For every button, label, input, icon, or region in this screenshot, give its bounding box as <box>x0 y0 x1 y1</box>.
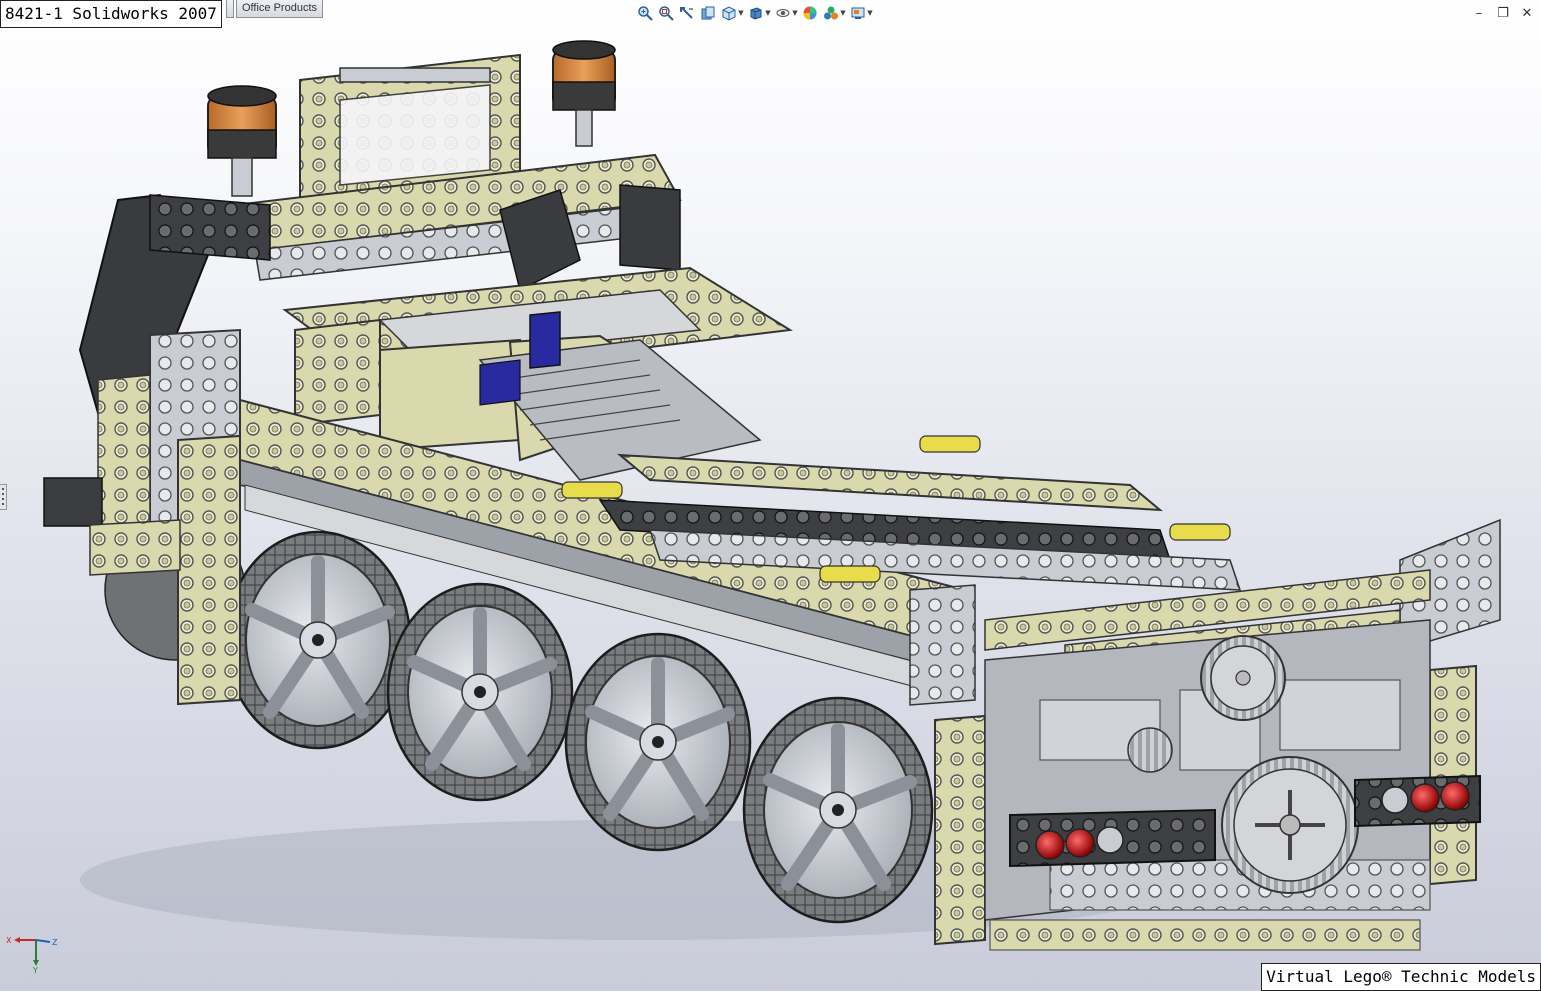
tab-office-products[interactable]: Office Products <box>236 0 323 18</box>
wheel-3 <box>564 632 752 852</box>
chevron-down-icon[interactable]: ▼ <box>738 4 744 22</box>
rear-upright-left <box>934 714 986 946</box>
gear-large <box>1221 756 1359 894</box>
chevron-down-icon[interactable]: ▼ <box>792 4 798 22</box>
wheel-1 <box>224 530 412 750</box>
gear-small <box>1200 635 1286 721</box>
chevron-down-icon[interactable]: ▼ <box>840 4 846 22</box>
minimize-button[interactable]: – <box>1471 6 1487 22</box>
roof-lamp-right <box>552 40 616 147</box>
zoom-to-area-icon <box>657 4 675 22</box>
view-settings-icon <box>849 4 867 22</box>
rear-upright-right <box>1429 664 1477 886</box>
tab-clipped[interactable] <box>226 0 234 18</box>
tab-bar: Office Products <box>226 0 325 18</box>
3d-viewport[interactable] <box>0 0 1541 991</box>
zoom-to-fit-icon <box>636 4 654 22</box>
hide-show-items-button[interactable]: ▼ <box>774 4 798 22</box>
front-upright <box>177 434 241 706</box>
view-settings-button[interactable]: ▼ <box>849 4 873 22</box>
section-view-button[interactable] <box>699 4 717 22</box>
chevron-down-icon[interactable]: ▼ <box>765 4 771 22</box>
wheel-4 <box>742 696 934 924</box>
window-controls: – ❐ ✕ <box>1471 6 1535 22</box>
triad-x-label: X <box>6 936 12 945</box>
view-orientation-icon <box>720 4 738 22</box>
previous-view-button[interactable] <box>678 4 696 22</box>
gear-tiny <box>1127 727 1173 773</box>
panel-expand-handle[interactable] <box>0 484 7 510</box>
chevron-down-icon[interactable]: ▼ <box>867 4 873 22</box>
blue-connector <box>529 311 561 369</box>
truck-model <box>43 40 1501 951</box>
triad-y-label: Y <box>32 966 38 974</box>
apply-scene-icon <box>822 4 840 22</box>
edit-appearance-button[interactable] <box>801 4 819 22</box>
zoom-to-area-button[interactable] <box>657 4 675 22</box>
hide-show-items-icon <box>774 4 792 22</box>
previous-view-icon <box>678 4 696 22</box>
view-orientation-button[interactable]: ▼ <box>720 4 744 22</box>
zoom-to-fit-button[interactable] <box>636 4 654 22</box>
model-title: 8421-1 Solidworks 2007 <box>0 0 222 28</box>
watermark-label: Virtual Lego® Technic Models <box>1261 963 1541 991</box>
edit-appearance-icon <box>801 4 819 22</box>
display-style-icon <box>747 4 765 22</box>
heads-up-view-toolbar: ▼ ▼ ▼ ▼ ▼ <box>636 4 873 22</box>
restore-button[interactable]: ❐ <box>1495 6 1511 22</box>
apply-scene-button[interactable]: ▼ <box>822 4 846 22</box>
section-view-icon <box>699 4 717 22</box>
close-button[interactable]: ✕ <box>1519 6 1535 22</box>
side-beam-right <box>617 453 1163 512</box>
front-bumper-block <box>43 477 103 527</box>
wheel-2 <box>386 582 574 802</box>
roof-lamp-left <box>207 85 277 197</box>
reference-triad: X Y Z <box>6 928 60 975</box>
display-style-button[interactable]: ▼ <box>747 4 771 22</box>
triad-z-label: Z <box>52 938 58 947</box>
